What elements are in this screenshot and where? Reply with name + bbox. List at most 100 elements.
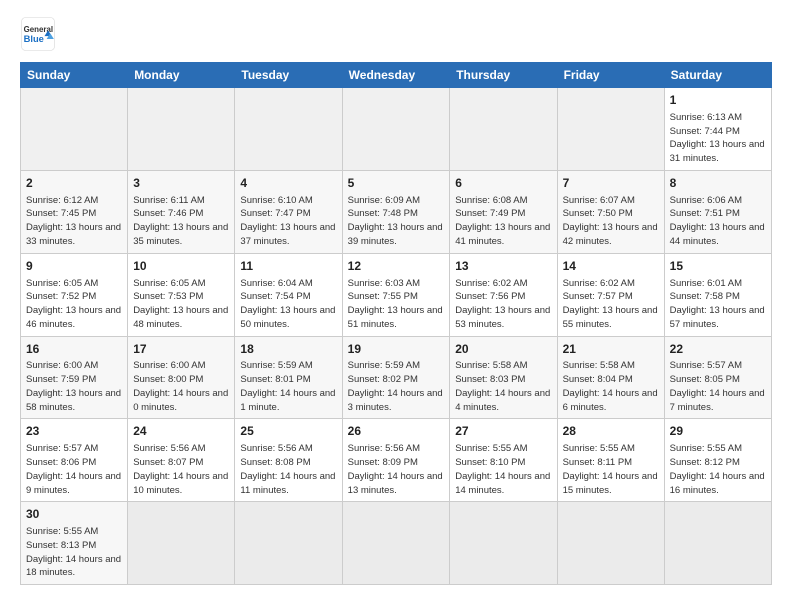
day-number: 22 bbox=[670, 341, 766, 358]
day-cell-27: 27Sunrise: 5:55 AMSunset: 8:10 PMDayligh… bbox=[450, 419, 557, 502]
day-cell-21: 21Sunrise: 5:58 AMSunset: 8:04 PMDayligh… bbox=[557, 336, 664, 419]
day-info: Sunrise: 5:57 AMSunset: 8:05 PMDaylight:… bbox=[670, 359, 766, 414]
day-info: Sunrise: 5:57 AMSunset: 8:06 PMDaylight:… bbox=[26, 442, 122, 497]
day-number: 17 bbox=[133, 341, 229, 358]
day-number: 26 bbox=[348, 423, 445, 440]
day-number: 30 bbox=[26, 506, 122, 523]
day-cell-25: 25 Sunrise: 5:56 AMSunset: 8:08 PMDayligh… bbox=[235, 419, 342, 502]
day-cell-12: 12 Sunrise: 6:03 AMSunset: 7:55 PMDayligh… bbox=[342, 253, 450, 336]
day-number: 25 bbox=[240, 423, 336, 440]
day-cell-10: 10 Sunrise: 6:05 AMSunset: 7:53 PMDayligh… bbox=[128, 253, 235, 336]
day-cell-11: 11 Sunrise: 6:04 AMSunset: 7:54 PMDayligh… bbox=[235, 253, 342, 336]
day-cell-empty bbox=[128, 88, 235, 171]
day-cell-24: 24 Sunrise: 5:56 AMSunset: 8:07 PMDayligh… bbox=[128, 419, 235, 502]
day-number: 27 bbox=[455, 423, 551, 440]
day-number: 21 bbox=[563, 341, 659, 358]
day-info: Sunrise: 5:56 AMSunset: 8:08 PMDaylight:… bbox=[240, 442, 336, 497]
day-cell-29: 29 Sunrise: 5:55 AMSunset: 8:12 PMDayligh… bbox=[664, 419, 771, 502]
day-cell-28: 28 Sunrise: 5:55 AMSunset: 8:11 PMDayligh… bbox=[557, 419, 664, 502]
day-cell-empty bbox=[450, 88, 557, 171]
day-cell-13: 13Sunrise: 6:02 AMSunset: 7:56 PMDayligh… bbox=[450, 253, 557, 336]
day-info: Sunrise: 6:05 AMSunset: 7:53 PMDaylight:… bbox=[133, 277, 229, 332]
week-row-2: 2Sunrise: 6:12 AMSunset: 7:45 PMDaylight… bbox=[21, 170, 772, 253]
logo: General Blue bbox=[20, 16, 62, 52]
week-row-5: 23 Sunrise: 5:57 AMSunset: 8:06 PMDayligh… bbox=[21, 419, 772, 502]
weekday-header-monday: Monday bbox=[128, 63, 235, 88]
day-cell-empty bbox=[450, 502, 557, 585]
day-cell-empty bbox=[128, 502, 235, 585]
day-info: Sunrise: 6:06 AMSunset: 7:51 PMDaylight:… bbox=[670, 194, 766, 249]
day-cell-18: 18Sunrise: 5:59 AMSunset: 8:01 PMDayligh… bbox=[235, 336, 342, 419]
day-number: 11 bbox=[240, 258, 336, 275]
day-number: 28 bbox=[563, 423, 659, 440]
day-number: 15 bbox=[670, 258, 766, 275]
day-cell-empty bbox=[557, 88, 664, 171]
day-cell-empty bbox=[342, 502, 450, 585]
day-number: 9 bbox=[26, 258, 122, 275]
day-info: Sunrise: 6:12 AMSunset: 7:45 PMDaylight:… bbox=[26, 194, 122, 249]
day-info: Sunrise: 5:58 AMSunset: 8:03 PMDaylight:… bbox=[455, 359, 551, 414]
day-info: Sunrise: 5:55 AMSunset: 8:11 PMDaylight:… bbox=[563, 442, 659, 497]
day-info: Sunrise: 5:59 AMSunset: 8:01 PMDaylight:… bbox=[240, 359, 336, 414]
day-cell-2: 2Sunrise: 6:12 AMSunset: 7:45 PMDaylight… bbox=[21, 170, 128, 253]
week-row-6: 30 Sunrise: 5:55 AMSunset: 8:13 PMDayligh… bbox=[21, 502, 772, 585]
day-number: 4 bbox=[240, 175, 336, 192]
day-number: 24 bbox=[133, 423, 229, 440]
day-info: Sunrise: 5:58 AMSunset: 8:04 PMDaylight:… bbox=[563, 359, 659, 414]
day-info: Sunrise: 6:04 AMSunset: 7:54 PMDaylight:… bbox=[240, 277, 336, 332]
day-number: 29 bbox=[670, 423, 766, 440]
day-number: 14 bbox=[563, 258, 659, 275]
day-number: 23 bbox=[26, 423, 122, 440]
header: General Blue bbox=[20, 16, 772, 52]
day-info: Sunrise: 5:55 AMSunset: 8:13 PMDaylight:… bbox=[26, 525, 122, 580]
day-cell-16: 16Sunrise: 6:00 AMSunset: 7:59 PMDayligh… bbox=[21, 336, 128, 419]
day-info: Sunrise: 6:02 AMSunset: 7:57 PMDaylight:… bbox=[563, 277, 659, 332]
day-info: Sunrise: 6:11 AMSunset: 7:46 PMDaylight:… bbox=[133, 194, 229, 249]
day-info: Sunrise: 6:08 AMSunset: 7:49 PMDaylight:… bbox=[455, 194, 551, 249]
day-info: Sunrise: 6:05 AMSunset: 7:52 PMDaylight:… bbox=[26, 277, 122, 332]
day-cell-9: 9 Sunrise: 6:05 AMSunset: 7:52 PMDaylight… bbox=[21, 253, 128, 336]
weekday-header-sunday: Sunday bbox=[21, 63, 128, 88]
day-cell-5: 5Sunrise: 6:09 AMSunset: 7:48 PMDaylight… bbox=[342, 170, 450, 253]
day-number: 3 bbox=[133, 175, 229, 192]
day-number: 18 bbox=[240, 341, 336, 358]
day-number: 12 bbox=[348, 258, 445, 275]
day-cell-1: 1Sunrise: 6:13 AMSunset: 7:44 PMDaylight… bbox=[664, 88, 771, 171]
day-cell-20: 20Sunrise: 5:58 AMSunset: 8:03 PMDayligh… bbox=[450, 336, 557, 419]
day-number: 6 bbox=[455, 175, 551, 192]
day-cell-7: 7Sunrise: 6:07 AMSunset: 7:50 PMDaylight… bbox=[557, 170, 664, 253]
svg-text:Blue: Blue bbox=[24, 34, 44, 44]
day-cell-empty bbox=[557, 502, 664, 585]
day-info: Sunrise: 6:00 AMSunset: 8:00 PMDaylight:… bbox=[133, 359, 229, 414]
weekday-header-tuesday: Tuesday bbox=[235, 63, 342, 88]
week-row-4: 16Sunrise: 6:00 AMSunset: 7:59 PMDayligh… bbox=[21, 336, 772, 419]
day-cell-14: 14 Sunrise: 6:02 AMSunset: 7:57 PMDayligh… bbox=[557, 253, 664, 336]
day-number: 16 bbox=[26, 341, 122, 358]
day-cell-6: 6 Sunrise: 6:08 AMSunset: 7:49 PMDaylight… bbox=[450, 170, 557, 253]
day-info: Sunrise: 5:55 AMSunset: 8:12 PMDaylight:… bbox=[670, 442, 766, 497]
day-cell-15: 15Sunrise: 6:01 AMSunset: 7:58 PMDayligh… bbox=[664, 253, 771, 336]
logo-icon: General Blue bbox=[20, 16, 56, 52]
day-cell-empty bbox=[342, 88, 450, 171]
day-cell-17: 17Sunrise: 6:00 AMSunset: 8:00 PMDayligh… bbox=[128, 336, 235, 419]
day-cell-empty bbox=[664, 502, 771, 585]
weekday-header-saturday: Saturday bbox=[664, 63, 771, 88]
day-number: 19 bbox=[348, 341, 445, 358]
day-info: Sunrise: 5:56 AMSunset: 8:09 PMDaylight:… bbox=[348, 442, 445, 497]
calendar: SundayMondayTuesdayWednesdayThursdayFrid… bbox=[20, 62, 772, 585]
day-info: Sunrise: 5:56 AMSunset: 8:07 PMDaylight:… bbox=[133, 442, 229, 497]
page: General Blue SundayMondayTuesdayWednesda… bbox=[0, 0, 792, 601]
day-info: Sunrise: 5:59 AMSunset: 8:02 PMDaylight:… bbox=[348, 359, 445, 414]
week-row-3: 9 Sunrise: 6:05 AMSunset: 7:52 PMDaylight… bbox=[21, 253, 772, 336]
day-number: 8 bbox=[670, 175, 766, 192]
day-info: Sunrise: 6:09 AMSunset: 7:48 PMDaylight:… bbox=[348, 194, 445, 249]
day-cell-empty bbox=[21, 88, 128, 171]
day-cell-19: 19Sunrise: 5:59 AMSunset: 8:02 PMDayligh… bbox=[342, 336, 450, 419]
weekday-header-row: SundayMondayTuesdayWednesdayThursdayFrid… bbox=[21, 63, 772, 88]
day-info: Sunrise: 6:03 AMSunset: 7:55 PMDaylight:… bbox=[348, 277, 445, 332]
day-cell-empty bbox=[235, 502, 342, 585]
day-cell-23: 23 Sunrise: 5:57 AMSunset: 8:06 PMDayligh… bbox=[21, 419, 128, 502]
day-cell-4: 4 Sunrise: 6:10 AMSunset: 7:47 PMDaylight… bbox=[235, 170, 342, 253]
day-number: 10 bbox=[133, 258, 229, 275]
day-info: Sunrise: 6:10 AMSunset: 7:47 PMDaylight:… bbox=[240, 194, 336, 249]
